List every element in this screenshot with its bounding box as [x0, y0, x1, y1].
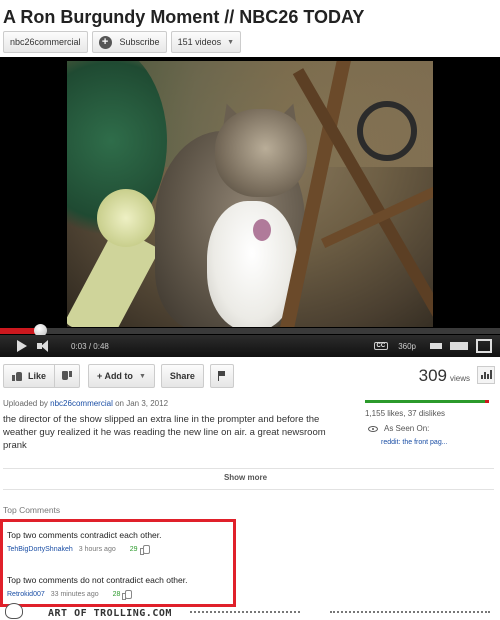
comment-author[interactable]: Retrokid007: [7, 591, 45, 598]
top-comments-heading: Top Comments: [3, 505, 61, 515]
video-title: A Ron Burgundy Moment // NBC26 TODAY: [3, 7, 365, 27]
cc-button[interactable]: CC: [373, 342, 389, 350]
views-label: views: [449, 374, 470, 383]
upload-info: Uploaded by nbc26commercial on Jan 3, 20…: [3, 399, 168, 408]
volume-icon[interactable]: [37, 340, 57, 352]
show-more-button[interactable]: Show more: [0, 473, 491, 482]
chevron-down-icon: ▼: [138, 372, 146, 380]
as-seen-on: As Seen On:: [368, 424, 429, 433]
share-button[interactable]: Share: [160, 364, 204, 388]
subscribe-label: Subscribe: [119, 37, 160, 47]
likes-dislikes-count: 1,155 likes, 37 dislikes: [365, 409, 446, 418]
videos-dropdown[interactable]: 151 videos ▼: [170, 31, 242, 53]
video-chair-rail: [320, 183, 433, 249]
uploaded-prefix: Uploaded by: [3, 399, 48, 408]
action-bar: Like + Add to ▼ Share: [3, 364, 234, 388]
time-display: 0:03 / 0:48: [71, 342, 109, 351]
troll-face-icon: [5, 603, 23, 619]
video-frame[interactable]: [67, 61, 433, 327]
thumbs-down-icon: [62, 371, 72, 381]
video-cat-head: [215, 109, 307, 197]
play-icon[interactable]: [17, 340, 27, 352]
thumbs-up-icon[interactable]: [139, 545, 150, 555]
dislike-button[interactable]: [55, 364, 81, 388]
add-to-button[interactable]: + Add to ▼: [88, 364, 155, 388]
divider: [3, 489, 494, 490]
quality-button[interactable]: 360p: [398, 342, 416, 351]
like-ratio-bar: [365, 400, 489, 403]
view-count: 309 views: [419, 366, 470, 386]
views-number: 309: [418, 366, 447, 385]
video-watering-can-spout: [97, 189, 155, 247]
eye-icon: [368, 425, 378, 432]
flag-button[interactable]: [209, 364, 234, 388]
flag-icon: [217, 371, 226, 381]
bar-chart-icon[interactable]: [477, 366, 495, 384]
current-time: 0:03: [71, 341, 87, 351]
watermark-decoration: [330, 611, 490, 617]
comment-time: 33 minutes ago: [50, 591, 99, 598]
comment-meta: TehBigDortyShnakeh 3 hours ago 29: [7, 545, 150, 555]
plus-circle-icon: +: [98, 35, 112, 49]
videos-label: 151 videos: [177, 37, 222, 47]
watermark-text: ART OF TROLLING.COM: [48, 608, 172, 619]
channel-name: nbc26commercial: [10, 37, 81, 47]
duration: 0:48: [93, 341, 109, 351]
comment-text: Top two comments do not contradict each …: [7, 575, 188, 585]
comment-time: 3 hours ago: [78, 546, 116, 553]
like-ratio-fill: [365, 400, 486, 403]
thumbs-up-icon[interactable]: [122, 590, 133, 600]
add-to-label: + Add to: [97, 371, 133, 381]
comment-score: 28: [112, 591, 121, 598]
video-cat-tag: [253, 219, 271, 241]
comment-score: 29: [129, 546, 138, 553]
share-label: Share: [169, 371, 195, 381]
thumbs-up-icon: [12, 371, 22, 381]
comment-meta: Retrokid007 33 minutes ago 28: [7, 590, 133, 600]
as-seen-on-link[interactable]: reddit: the front pag...: [381, 439, 448, 446]
time-separator: /: [88, 341, 92, 351]
video-chair-ring: [357, 101, 417, 161]
channel-name-button[interactable]: nbc26commercial: [3, 31, 88, 53]
video-player[interactable]: 0:03 / 0:48 CC 360p: [0, 57, 500, 357]
progress-bar[interactable]: [0, 324, 500, 337]
divider: [3, 468, 494, 469]
watermark-decoration: [190, 611, 300, 617]
uploaded-date: on Jan 3, 2012: [115, 399, 169, 408]
chevron-down-icon: ▼: [227, 38, 235, 46]
large-player-icon[interactable]: [450, 342, 468, 350]
channel-row: nbc26commercial + Subscribe 151 videos ▼: [3, 31, 242, 53]
fullscreen-icon[interactable]: [476, 339, 492, 353]
small-player-icon[interactable]: [430, 343, 442, 349]
video-description: the director of the show slipped an extr…: [3, 414, 326, 451]
subscribe-button[interactable]: + Subscribe: [91, 31, 167, 53]
uploader-link[interactable]: nbc26commercial: [50, 399, 113, 408]
like-button[interactable]: Like: [3, 364, 56, 388]
like-label: Like: [28, 371, 47, 381]
comment-author[interactable]: TehBigDortyShnakeh: [7, 546, 73, 553]
player-controls: 0:03 / 0:48 CC 360p: [0, 335, 500, 357]
as-seen-on-label: As Seen On:: [384, 424, 430, 433]
comment-text: Top two comments contradict each other.: [7, 530, 162, 540]
